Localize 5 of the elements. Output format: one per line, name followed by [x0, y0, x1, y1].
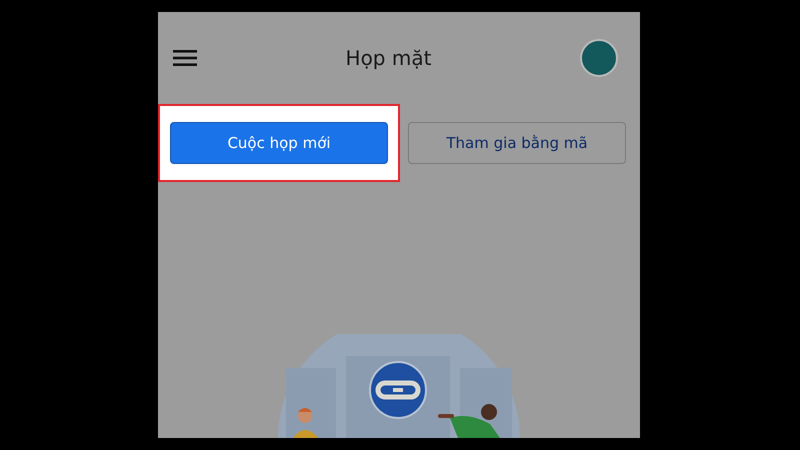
new-meeting-button[interactable]: Cuộc họp mới [170, 122, 388, 164]
app-title: Họp mặt [344, 46, 432, 70]
join-code-button[interactable]: Tham gia bằng mã [408, 122, 626, 164]
avatar[interactable] [580, 39, 618, 77]
menu-icon[interactable] [173, 50, 197, 66]
